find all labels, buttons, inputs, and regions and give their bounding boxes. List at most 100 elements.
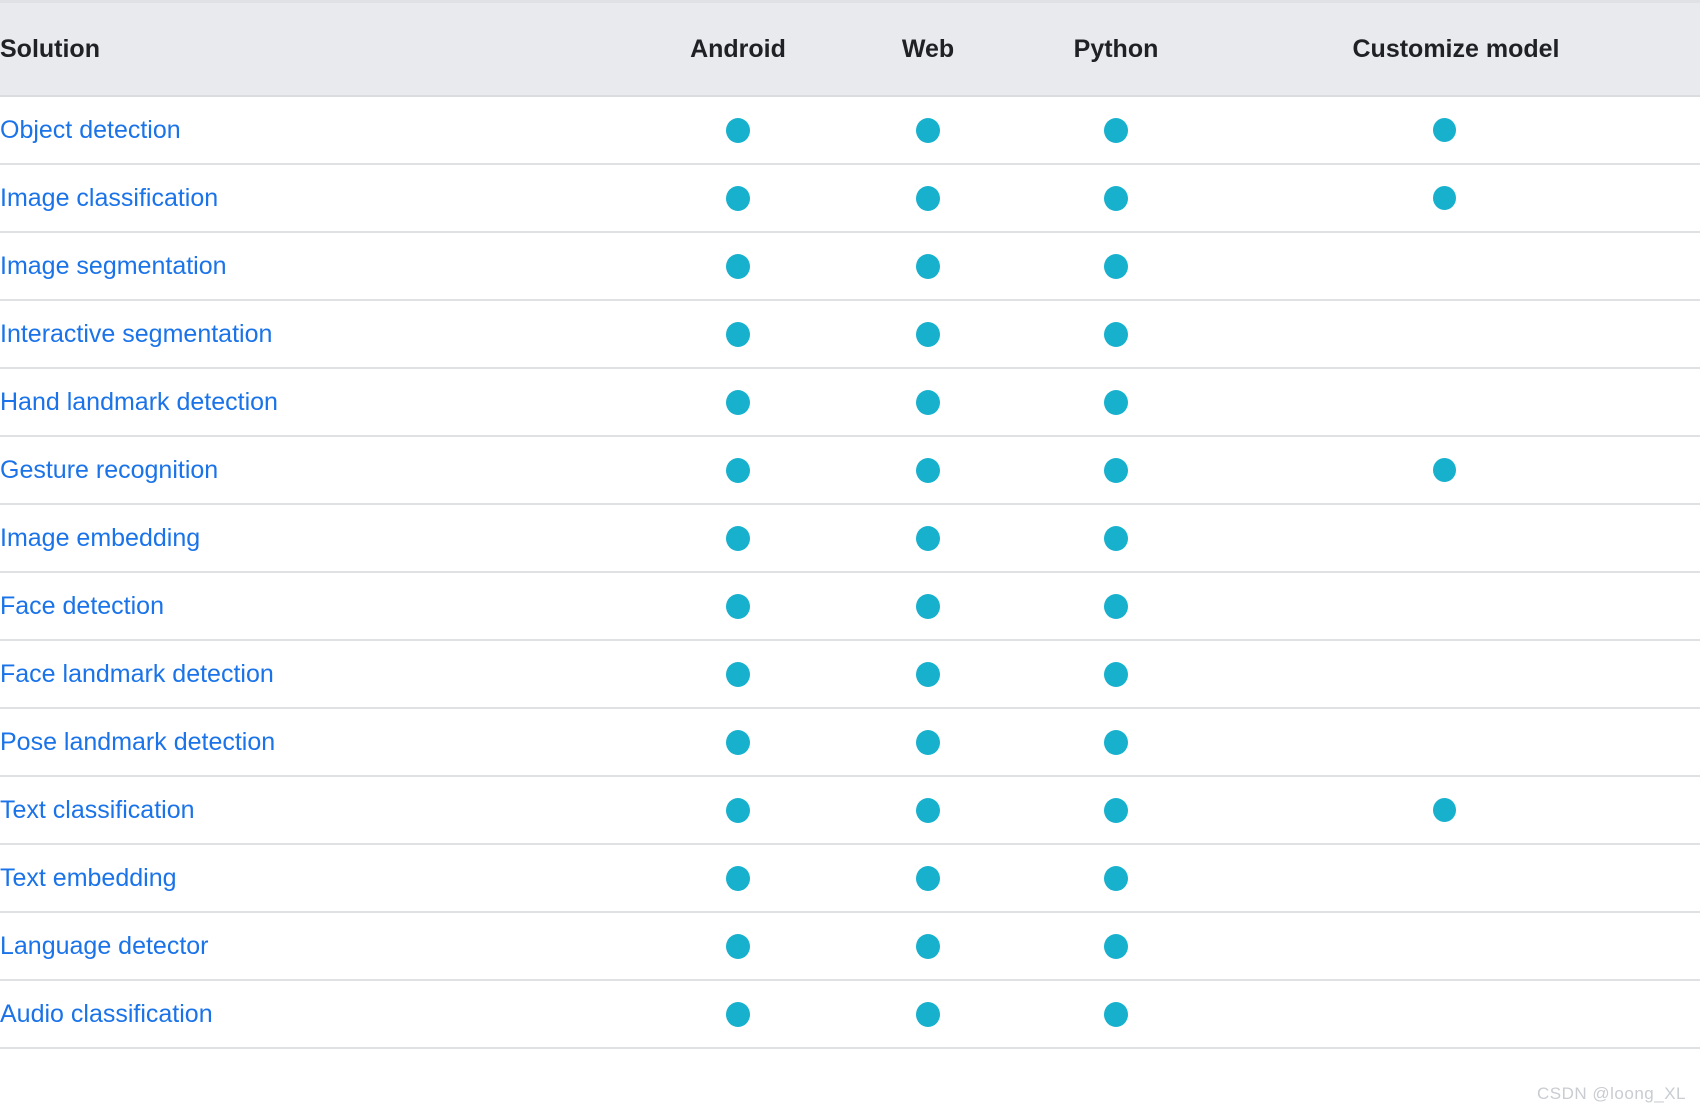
solution-link[interactable]: Text embedding <box>0 865 177 891</box>
support-cell-customize <box>1212 504 1700 573</box>
supported-dot-icon <box>1432 798 1456 822</box>
solution-link[interactable]: Hand landmark detection <box>0 389 278 415</box>
supported-dot-icon <box>1104 933 1128 959</box>
supported-dot-icon <box>726 661 750 687</box>
supported-dot-icon <box>726 729 750 755</box>
solution-cell: Pose landmark detection <box>0 708 640 777</box>
solution-cell: Face landmark detection <box>0 640 640 709</box>
supported-dot-icon <box>1104 457 1128 483</box>
solution-link[interactable]: Image embedding <box>0 525 200 551</box>
solution-link[interactable]: Image classification <box>0 185 218 211</box>
supported-dot-icon <box>916 661 940 687</box>
solution-link[interactable]: Language detector <box>0 933 209 959</box>
support-cell-python <box>1020 572 1212 641</box>
table-row: Language detector <box>0 912 1700 981</box>
supported-dot-icon <box>916 525 940 551</box>
support-cell-android <box>640 912 836 981</box>
solution-link[interactable]: Object detection <box>0 117 181 143</box>
supported-dot-icon <box>916 185 940 211</box>
supported-dot-icon <box>916 593 940 619</box>
supported-dot-icon <box>916 729 940 755</box>
solution-cell: Audio classification <box>0 980 640 1049</box>
table-header: Solution Android Web Python Customize mo… <box>0 0 1700 97</box>
support-cell-web <box>836 300 1020 369</box>
solution-link[interactable]: Audio classification <box>0 1001 213 1027</box>
support-cell-web <box>836 368 1020 437</box>
table-row: Gesture recognition <box>0 436 1700 505</box>
solution-cell: Language detector <box>0 912 640 981</box>
support-cell-web <box>836 844 1020 913</box>
column-header-customize-model: Customize model <box>1212 0 1700 97</box>
solution-cell: Image embedding <box>0 504 640 573</box>
watermark: CSDN @loong_XL <box>1537 1084 1686 1103</box>
table-row: Audio classification <box>0 980 1700 1049</box>
support-cell-customize <box>1212 844 1700 913</box>
supported-dot-icon <box>726 321 750 347</box>
supported-dot-icon <box>1104 797 1128 823</box>
table-row: Text embedding <box>0 844 1700 913</box>
support-cell-web <box>836 96 1020 165</box>
supported-dot-icon <box>726 865 750 891</box>
support-cell-customize <box>1212 436 1700 505</box>
supported-dot-icon <box>726 797 750 823</box>
solution-cell: Object detection <box>0 96 640 165</box>
support-cell-web <box>836 232 1020 301</box>
table-row: Face detection <box>0 572 1700 641</box>
solution-link[interactable]: Face detection <box>0 593 164 619</box>
solution-cell: Text classification <box>0 776 640 845</box>
support-cell-android <box>640 504 836 573</box>
support-cell-web <box>836 504 1020 573</box>
solution-link[interactable]: Text classification <box>0 797 195 823</box>
solution-link[interactable]: Pose landmark detection <box>0 729 275 755</box>
supported-dot-icon <box>1104 321 1128 347</box>
support-cell-python <box>1020 640 1212 709</box>
table-row: Image classification <box>0 164 1700 233</box>
support-cell-android <box>640 572 836 641</box>
solution-link[interactable]: Face landmark detection <box>0 661 274 687</box>
support-cell-web <box>836 164 1020 233</box>
supported-dot-icon <box>916 457 940 483</box>
support-cell-customize <box>1212 912 1700 981</box>
support-cell-python <box>1020 436 1212 505</box>
table-row: Hand landmark detection <box>0 368 1700 437</box>
table-body: Object detection Image classification Imag… <box>0 96 1700 1049</box>
supported-dot-icon <box>1104 185 1128 211</box>
support-cell-android <box>640 164 836 233</box>
support-cell-customize <box>1212 980 1700 1049</box>
support-cell-customize <box>1212 776 1700 845</box>
supported-dot-icon <box>1432 458 1456 482</box>
supported-dot-icon <box>1104 661 1128 687</box>
supported-dot-icon <box>1432 186 1456 210</box>
solution-cell: Image classification <box>0 164 640 233</box>
table-row: Pose landmark detection <box>0 708 1700 777</box>
support-cell-android <box>640 776 836 845</box>
support-cell-customize <box>1212 368 1700 437</box>
table-row: Object detection <box>0 96 1700 165</box>
supported-dot-icon <box>916 797 940 823</box>
support-cell-android <box>640 980 836 1049</box>
supported-dot-icon <box>1104 593 1128 619</box>
supported-dot-icon <box>726 933 750 959</box>
support-cell-python <box>1020 232 1212 301</box>
solution-link[interactable]: Image segmentation <box>0 253 227 279</box>
supported-dot-icon <box>916 253 940 279</box>
support-cell-customize <box>1212 164 1700 233</box>
solution-cell: Image segmentation <box>0 232 640 301</box>
supported-dot-icon <box>1104 253 1128 279</box>
support-cell-python <box>1020 980 1212 1049</box>
solution-link[interactable]: Interactive segmentation <box>0 321 272 347</box>
solution-link[interactable]: Gesture recognition <box>0 457 218 483</box>
supported-dot-icon <box>1104 865 1128 891</box>
table-row: Interactive segmentation <box>0 300 1700 369</box>
column-header-android: Android <box>640 0 836 97</box>
supported-dot-icon <box>1104 729 1128 755</box>
support-cell-python <box>1020 776 1212 845</box>
table-row: Face landmark detection <box>0 640 1700 709</box>
solution-cell: Gesture recognition <box>0 436 640 505</box>
solutions-support-table: Solution Android Web Python Customize mo… <box>0 0 1700 1049</box>
support-cell-web <box>836 912 1020 981</box>
solution-cell: Face detection <box>0 572 640 641</box>
table-row: Text classification <box>0 776 1700 845</box>
support-cell-customize <box>1212 708 1700 777</box>
column-header-python: Python <box>1020 0 1212 97</box>
